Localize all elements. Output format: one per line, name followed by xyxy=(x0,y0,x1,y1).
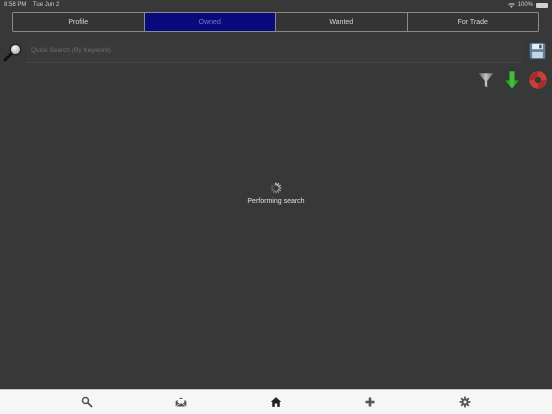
toolbar xyxy=(476,70,548,92)
gear-icon[interactable] xyxy=(459,396,471,408)
search-row xyxy=(0,39,552,65)
loading-text: Performing search xyxy=(247,198,305,205)
status-bar: 8:58 PM Tue Jun 2 100% xyxy=(0,0,552,10)
tab-for-trade[interactable]: For Trade xyxy=(407,13,538,31)
search-input[interactable] xyxy=(26,39,522,63)
home-icon[interactable] xyxy=(270,396,282,408)
wifi-icon xyxy=(507,2,515,8)
status-date: Tue Jun 2 xyxy=(32,2,60,8)
loading-indicator: Performing search xyxy=(0,180,552,205)
mail-open-icon[interactable] xyxy=(175,396,187,408)
status-time: 8:58 PM xyxy=(4,2,27,8)
tab-wanted[interactable]: Wanted xyxy=(276,13,408,31)
tab-profile[interactable]: Profile xyxy=(13,13,145,31)
segmented-control: Profile Owned Wanted For Trade xyxy=(12,12,539,32)
battery-percent: 100% xyxy=(517,2,533,8)
spinner-icon xyxy=(270,182,282,194)
funnel-icon[interactable] xyxy=(476,70,496,90)
battery-icon xyxy=(536,2,548,8)
search-icon[interactable] xyxy=(81,396,93,408)
bottom-tab-bar xyxy=(0,389,552,414)
magnifier-icon[interactable] xyxy=(3,42,23,62)
down-arrow-icon[interactable] xyxy=(502,70,522,90)
lifebuoy-icon[interactable] xyxy=(528,70,548,90)
plus-icon[interactable] xyxy=(364,396,376,408)
floppy-disk-icon[interactable] xyxy=(528,42,547,60)
tab-owned[interactable]: Owned xyxy=(144,13,276,31)
